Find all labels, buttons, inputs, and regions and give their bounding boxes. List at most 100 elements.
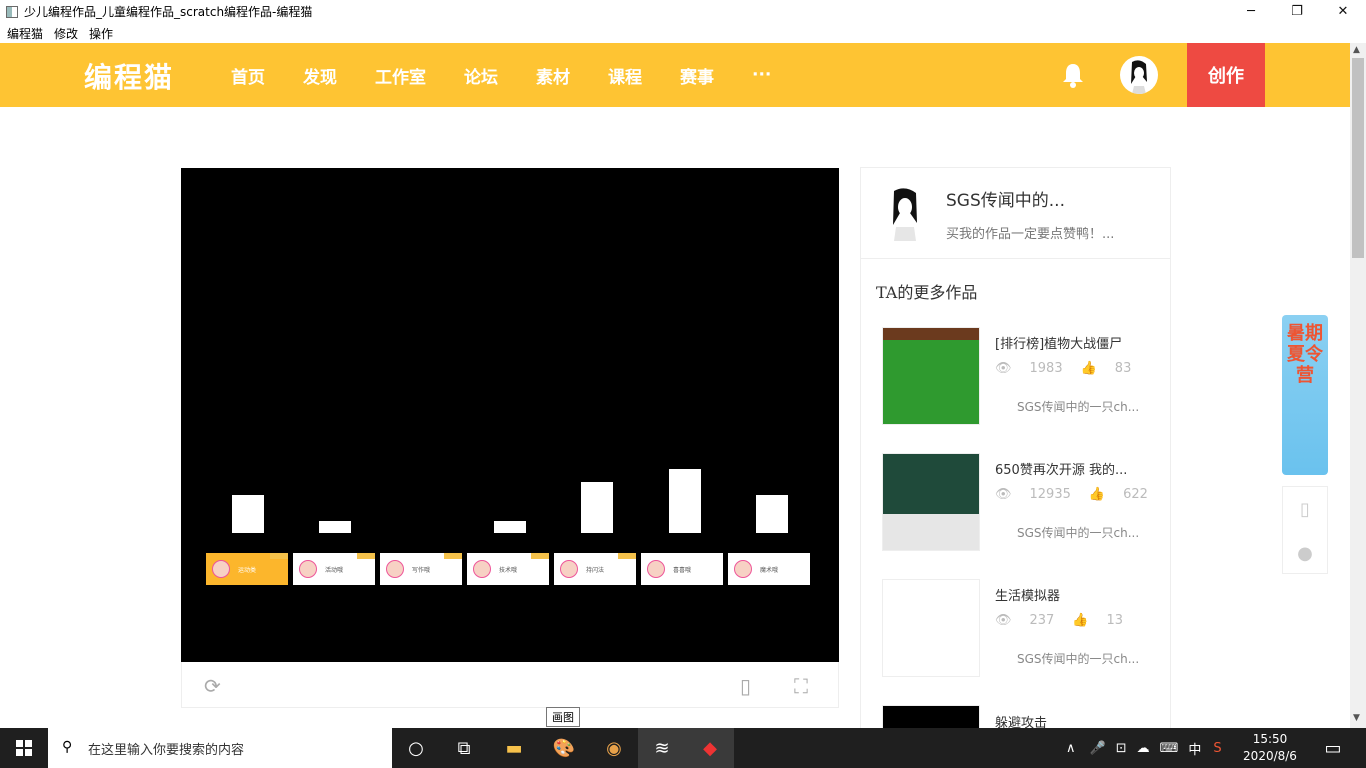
author-name[interactable]: SGS传闻中的...	[946, 186, 1065, 211]
cortana-icon[interactable]: ○	[392, 728, 440, 768]
author-mini-avatar	[995, 397, 1011, 415]
work-stats: 👁 12935 👍 622	[995, 487, 1166, 502]
stage-card[interactable]: 写作哦	[380, 553, 462, 585]
card-avatar-icon	[560, 560, 578, 578]
project-stage[interactable]: 运动类 活动哦 写作哦 技术哦 持闪法 喜喜哦 魔术哦	[181, 168, 839, 662]
work-thumbnail[interactable]	[882, 579, 980, 677]
card-tag	[270, 553, 288, 559]
card-label: 运动类	[238, 566, 257, 574]
work-thumbnail[interactable]	[882, 327, 980, 425]
notification-icon[interactable]: ▭	[1310, 728, 1356, 768]
network-icon[interactable]: ⊡	[1116, 741, 1127, 756]
microphone-icon[interactable]: 🎤	[1090, 741, 1106, 756]
card-avatar-icon	[212, 560, 230, 578]
ad-text: 暑期夏令营	[1287, 323, 1323, 386]
work-title[interactable]: [排行榜]植物大战僵尸	[995, 333, 1122, 352]
menu-item-edit[interactable]: 修改	[54, 25, 78, 42]
keyboard-icon[interactable]: ⌨	[1160, 741, 1179, 756]
ime-indicator[interactable]: 中	[1188, 739, 1201, 758]
card-label: 活动哦	[325, 566, 344, 574]
paint-icon[interactable]: 🎨	[540, 728, 588, 768]
maximize-button[interactable]: ❐	[1274, 0, 1320, 23]
window-titlebar: 少儿编程作品_儿童编程作品_scratch编程作品-编程猫 ─ ❐ ✕	[0, 0, 1366, 23]
work-title[interactable]: 650赞再次开源 我的...	[995, 459, 1127, 478]
author-avatar[interactable]	[876, 183, 934, 241]
view-count: 237	[1029, 613, 1055, 628]
card-avatar-icon	[473, 560, 491, 578]
scroll-up-icon[interactable]: ▲	[1353, 45, 1360, 55]
mobile-icon[interactable]: ▯	[740, 674, 751, 698]
work-title[interactable]: 生活模拟器	[995, 585, 1060, 604]
card-label: 技术哦	[499, 566, 518, 574]
taskbar: ⚲ 在这里输入你要搜索的内容 ○ ⧉ ▬ 🎨 ◉ ≋ ◆ ∧ 🎤 ⊡ ☁ ⌨ 中…	[0, 728, 1366, 768]
work-title[interactable]: 躲避攻击	[995, 712, 1047, 729]
eye-icon: 👁	[995, 487, 1012, 502]
wifi-icon[interactable]: ☁	[1137, 741, 1150, 756]
minimize-button[interactable]: ─	[1228, 0, 1274, 23]
work-item[interactable]: 躲避攻击	[882, 705, 1142, 729]
file-explorer-icon[interactable]: ▬	[490, 728, 538, 768]
nav-assets[interactable]: 素材	[536, 63, 570, 88]
user-avatar[interactable]	[1120, 56, 1158, 94]
search-icon: ⚲	[62, 739, 73, 755]
create-button[interactable]: 创作	[1187, 43, 1265, 107]
nav-courses[interactable]: 课程	[608, 63, 642, 88]
card-avatar-icon	[734, 560, 752, 578]
sogou-icon[interactable]: S	[1213, 741, 1221, 756]
taskbar-search[interactable]: ⚲ 在这里输入你要搜索的内容	[48, 728, 392, 768]
app-window-icon[interactable]: ≋	[638, 728, 686, 768]
stage-card[interactable]: 喜喜哦	[641, 553, 723, 585]
work-item[interactable]: [排行榜]植物大战僵尸 👁 1983 👍 83 SGS传闻中的一只ch...	[882, 327, 1142, 427]
tray-expand-icon[interactable]: ∧	[1066, 741, 1076, 756]
page-scrollbar[interactable]: ▲ ▼	[1350, 43, 1366, 728]
scroll-down-icon[interactable]: ▼	[1353, 713, 1360, 723]
phone-icon[interactable]: ▯	[1283, 487, 1327, 531]
bell-icon[interactable]	[1062, 62, 1084, 88]
work-thumbnail[interactable]	[882, 453, 980, 551]
codemao-taskbar-icon[interactable]: ◆	[686, 728, 734, 768]
card-label: 持闪法	[586, 566, 605, 574]
fullscreen-icon[interactable]: ⛶	[794, 674, 808, 698]
work-author-name: SGS传闻中的一只ch...	[1017, 651, 1140, 666]
card-label: 魔术哦	[760, 566, 779, 574]
nav-studio[interactable]: 工作室	[375, 63, 426, 88]
windows-start-button[interactable]	[0, 728, 48, 768]
stage-card[interactable]: 运动类	[206, 553, 288, 585]
card-tag	[531, 553, 549, 559]
stage-toolbar: ⟳ ▯ ⛶	[181, 662, 839, 708]
site-logo[interactable]: 编程猫	[84, 56, 174, 96]
menu-item-app[interactable]: 编程猫	[7, 25, 43, 42]
system-clock[interactable]: 15:50 2020/8/6	[1240, 731, 1300, 765]
work-stats: 👁 237 👍 13	[995, 613, 1141, 628]
side-tools: ▯ ●	[1282, 486, 1328, 574]
nav-more[interactable]: ···	[752, 65, 771, 85]
work-item[interactable]: 650赞再次开源 我的... 👁 12935 👍 622 SGS传闻中的一只ch...	[882, 453, 1148, 553]
stage-bar	[669, 469, 701, 533]
media-player-icon[interactable]: ◉	[590, 728, 638, 768]
scrollbar-thumb[interactable]	[1352, 58, 1364, 258]
stage-card[interactable]: 活动哦	[293, 553, 375, 585]
work-thumbnail[interactable]	[882, 705, 980, 729]
qq-icon[interactable]: ●	[1283, 531, 1327, 575]
nav-home[interactable]: 首页	[231, 63, 265, 88]
card-tag	[357, 553, 375, 559]
work-item[interactable]: 生活模拟器 👁 237 👍 13 SGS传闻中的一只ch...	[882, 579, 1142, 679]
nav-forum[interactable]: 论坛	[464, 63, 498, 88]
restart-icon[interactable]: ⟳	[204, 674, 221, 698]
close-button[interactable]: ✕	[1320, 0, 1366, 23]
thumbs-up-icon: 👍	[1072, 613, 1089, 628]
app-icon	[6, 5, 18, 18]
stage-card[interactable]: 持闪法	[554, 553, 636, 585]
summer-camp-ad[interactable]: 暑期夏令营	[1282, 315, 1328, 475]
nav-contests[interactable]: 赛事	[680, 63, 714, 88]
card-label: 喜喜哦	[673, 566, 692, 574]
menu-item-operate[interactable]: 操作	[89, 25, 113, 42]
card-label: 写作哦	[412, 566, 431, 574]
author-card: SGS传闻中的... 买我的作品一定要点赞鸭！...	[860, 167, 1171, 259]
nav-discover[interactable]: 发现	[303, 63, 337, 88]
stage-card[interactable]: 魔术哦	[728, 553, 810, 585]
task-view-icon[interactable]: ⧉	[440, 728, 488, 768]
stage-card[interactable]: 技术哦	[467, 553, 549, 585]
card-avatar-icon	[647, 560, 665, 578]
thumbs-up-icon: 👍	[1080, 361, 1097, 376]
